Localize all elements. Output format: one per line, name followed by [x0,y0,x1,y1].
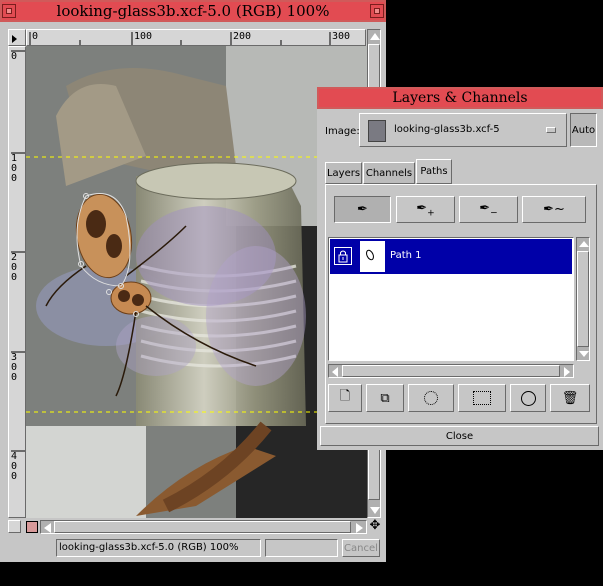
paths-page: ✒ ✒+ ✒− ✒~ Path 1 🗋 ⧉ 🗑 [325,184,597,424]
dotted-rect-icon [473,391,491,405]
menu-arrow-icon[interactable] [12,35,17,43]
paths-hscrollbar[interactable] [328,364,574,378]
add-point-button[interactable]: ✒+ [396,196,455,223]
circle-icon [520,390,536,406]
status-bar: looking-glass3b.xcf-5.0 (RGB) 100% [56,539,261,557]
tab-paths-label: Paths [420,166,448,177]
edit-point-button[interactable]: ✒~ [522,196,586,223]
left-ruler-label-400: 400 [11,451,18,482]
image-label: Image: [325,126,360,137]
layers-dialog-titlebar[interactable]: Layers & Channels [317,87,603,109]
paths-hscroll-thumb[interactable] [342,365,560,377]
cancel-button[interactable]: Cancel [342,539,380,557]
paths-scroll-down-icon[interactable] [579,351,589,357]
status-text: looking-glass3b.xcf-5.0 (RGB) 100% [59,542,239,553]
layers-dialog: Layers & Channels Image: looking-glass3b… [317,87,603,450]
nav-cross-icon[interactable]: ✥ [369,519,381,532]
left-ruler-label-100: 100 [11,153,18,184]
image-window-title: looking-glass3b.xcf-5.0 (RGB) 100% [56,2,330,20]
scroll-left-arrow-icon[interactable] [44,523,51,533]
paths-scroll-left-icon[interactable] [332,367,338,377]
tab-layers[interactable]: Layers [325,162,362,184]
image-window-titlebar[interactable]: looking-glass3b.xcf-5.0 (RGB) 100% [0,0,386,22]
path-preview [360,241,385,272]
path-name: Path 1 [390,250,422,261]
top-ruler-ticks [29,32,331,45]
auto-toggle[interactable]: Auto [570,113,597,147]
pen-icon: ✒ [357,202,368,217]
selection-to-path-button[interactable] [458,384,506,412]
scroll-right-arrow-icon[interactable] [356,523,363,533]
scroll-up-arrow-icon[interactable] [370,33,380,40]
paths-vscrollbar[interactable] [576,237,590,361]
quickmask-icon[interactable] [26,521,38,533]
left-ruler-ticks [11,50,25,452]
tab-channels[interactable]: Channels [363,162,415,184]
duplicate-path-icon: ⧉ [380,390,390,406]
duplicate-path-button[interactable]: ⧉ [366,384,404,412]
paths-vscroll-thumb[interactable] [577,251,589,347]
horizontal-scrollbar[interactable] [40,520,367,534]
horizontal-scroll-thumb[interactable] [54,521,351,533]
delete-path-button[interactable]: 🗑 [550,384,590,412]
paths-list[interactable]: Path 1 [328,237,574,361]
image-thumbnail [368,120,386,142]
top-ruler-label-0: 0 [32,31,39,42]
top-ruler: 0 100 200 300 [26,29,366,46]
image-canvas[interactable] [26,46,367,518]
notebook-tabs: Layers Channels Paths [325,159,597,184]
navigate-button[interactable] [8,520,21,533]
pen-plus-icon: ✒+ [416,200,435,219]
scroll-down-arrow-icon[interactable] [370,507,380,514]
lock-icon[interactable] [334,247,352,265]
ruler-corner [8,29,26,46]
image-menu-value: looking-glass3b.xcf-5 [394,124,500,135]
canvas-image [26,46,367,518]
window-menu-button[interactable] [2,4,16,18]
progress-bar [265,539,338,557]
tab-channels-label: Channels [365,167,413,179]
stroke-path-button[interactable] [510,384,546,412]
path-to-selection-button[interactable] [408,384,454,412]
paths-scroll-right-icon[interactable] [564,367,570,377]
lock-icon-glyph [338,250,348,263]
new-path-button[interactable]: 🗋 [328,384,362,412]
maximize-button[interactable] [370,4,384,18]
tab-layers-label: Layers [326,167,361,179]
pen-curve-icon: ✒~ [543,202,565,217]
left-ruler-label-300: 300 [11,352,18,383]
window-menu-icon [6,8,12,14]
pen-minus-icon: ✒− [479,200,498,219]
top-ruler-label-100: 100 [134,31,153,42]
top-ruler-label-300: 300 [332,31,351,42]
layers-dialog-title: Layers & Channels [392,90,528,106]
close-button[interactable]: Close [320,426,599,446]
left-ruler-label-200: 200 [11,252,18,283]
image-option-menu[interactable]: looking-glass3b.xcf-5 [359,113,567,147]
delete-point-button[interactable]: ✒− [459,196,518,223]
close-label: Close [445,430,474,442]
auto-label: Auto [571,124,596,136]
maximize-icon [374,8,380,14]
path-thumbnail-icon [366,249,374,261]
left-ruler: 0 100 200 300 400 [8,46,26,518]
dotted-circle-icon [424,391,438,405]
cancel-label: Cancel [344,542,378,554]
paths-scroll-up-icon[interactable] [579,241,589,247]
trash-icon: 🗑 [561,390,579,406]
left-ruler-label-0: 0 [11,51,18,62]
option-menu-indicator-icon [546,127,556,133]
new-point-button[interactable]: ✒ [334,196,391,223]
new-path-icon: 🗋 [339,389,351,404]
top-ruler-label-200: 200 [233,31,252,42]
path-row[interactable]: Path 1 [330,239,572,274]
tab-paths[interactable]: Paths [416,159,452,184]
